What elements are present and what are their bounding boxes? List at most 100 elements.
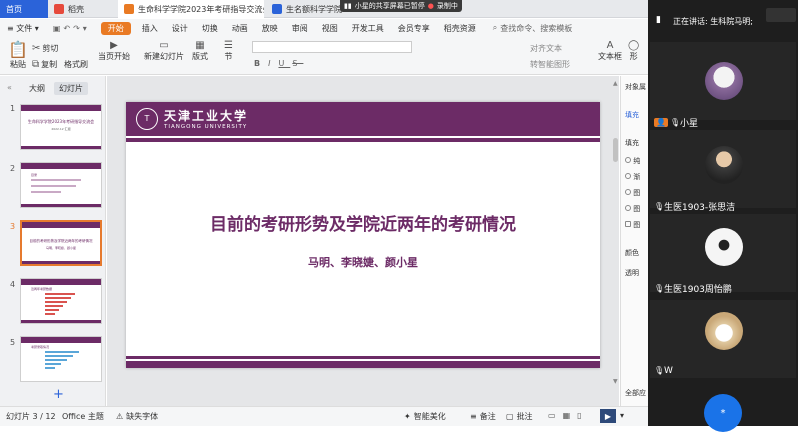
slide-thumb-3[interactable]: 目前的考研形势及学院近两年的考研情况 马明、李晓婕、颜小星 (20, 220, 102, 266)
thumb-line (31, 179, 81, 181)
thumb-number: 3 (10, 222, 16, 231)
fill-option-picture[interactable]: 图 (625, 188, 640, 198)
thumb-line (31, 185, 76, 187)
copy-button[interactable]: ⧉ 复制 (32, 59, 57, 70)
slide-authors[interactable]: 马明、李晓婕、颜小星 (126, 254, 600, 270)
thumb-header-band (21, 163, 101, 169)
participant-name-text: 小星 (679, 119, 698, 129)
grid-view-icon[interactable]: ▦ (563, 411, 575, 420)
menu-member[interactable]: 会员专享 (391, 19, 437, 37)
normal-view-icon[interactable]: ▭ (548, 411, 560, 420)
reading-view-icon[interactable]: ▯ (577, 411, 585, 420)
fill-option-solid[interactable]: 纯 (625, 156, 640, 166)
participant-tile[interactable]: 🎙 生医1903-张思洁 (650, 130, 796, 213)
notes-label: 备注 (479, 412, 496, 421)
font-style-group[interactable]: BIUS (254, 59, 303, 68)
participant-tile[interactable]: 🎙 W (650, 300, 796, 378)
menu-file[interactable]: ≡ 文件 ▾ (0, 19, 46, 37)
thumb-bar (45, 313, 55, 315)
tab-outline[interactable]: 大纲 (24, 82, 50, 95)
menu-developer[interactable]: 开发工具 (345, 19, 391, 37)
add-slide-button[interactable]: + (48, 386, 69, 403)
notes-button[interactable]: ≡ 备注 (470, 411, 496, 422)
menu-design[interactable]: 设计 (165, 19, 195, 37)
font-selector[interactable] (252, 41, 412, 53)
share-status-banner[interactable]: ▮▮ 小星的共享屏幕已暂停 ● 录制中 (340, 0, 462, 12)
scrollbar-thumb[interactable] (613, 138, 618, 162)
fill-option-hide[interactable]: 图 (625, 220, 640, 230)
command-search[interactable]: ⌕ 查找命令、搜索模板 (493, 23, 572, 34)
thumb-title: 目前的考研形势及学院近两年的考研情况 (29, 239, 93, 243)
mic-icon: 🎙 (654, 283, 665, 293)
new-slide-button[interactable]: ▭ 新建幻灯片 (144, 40, 184, 62)
participant-name-text: 生医1903周怡鹏 (664, 285, 732, 295)
cut-button[interactable]: ✂ 剪切 (32, 43, 58, 54)
tab-docer[interactable]: 稻壳 (48, 0, 112, 18)
tab-document-label: 生名额科学学院 (286, 4, 342, 14)
section-button[interactable]: ☰ 节 (224, 40, 233, 62)
radio-icon (625, 157, 631, 163)
scroll-down-icon[interactable]: ▼ (613, 378, 618, 385)
menu-transition[interactable]: 切换 (195, 19, 225, 37)
comment-icon: ▢ (506, 412, 514, 421)
collapse-panel-icon[interactable]: « (2, 82, 17, 93)
ppt-file-icon (124, 4, 134, 14)
zoom-dropdown-icon[interactable]: ▾ (620, 411, 624, 420)
participant-tile[interactable]: 👤 🎙 小星 (650, 42, 796, 129)
comment-button[interactable]: ▢ 批注 (506, 411, 533, 422)
thumb-bar (45, 301, 67, 303)
floating-action-button[interactable]: * (704, 394, 742, 432)
fill-option-label: 图 (633, 221, 641, 229)
tab-fill[interactable]: 填充 (625, 110, 639, 120)
view-mode-group[interactable]: ▭ ▦ ▯ (548, 411, 586, 420)
scroll-up-icon[interactable]: ▲ (613, 80, 618, 87)
thumb-bar (45, 359, 67, 361)
play-from-current-button[interactable]: ▶ 当页开始 (98, 40, 130, 62)
slide-title[interactable]: 目前的考研形势及学院近两年的考研情况 (126, 210, 600, 235)
panel-controls[interactable] (766, 8, 796, 22)
slideshow-play-icon[interactable]: ▶ (600, 409, 616, 423)
fill-option-pattern[interactable]: 图 (625, 204, 640, 214)
paste-button[interactable]: 📋 粘贴 (8, 40, 28, 70)
apply-all-button[interactable]: 全部应 (625, 388, 646, 398)
thumb-footer-band (21, 204, 101, 207)
docer-icon (54, 4, 64, 14)
fill-option-gradient[interactable]: 渐 (625, 172, 640, 182)
vertical-scrollbar[interactable]: ▲ ▼ (612, 78, 619, 404)
tab-home[interactable]: 首页 (0, 0, 48, 18)
slide-thumb-1[interactable]: 生命科学学院2023年考研指导交流会 2022.12 汇报 (20, 104, 102, 150)
to-smartart-button[interactable]: 转智能图形 (530, 59, 570, 70)
menu-view[interactable]: 视图 (315, 19, 345, 37)
redo-icon: ↷ (73, 23, 83, 33)
tab-slides[interactable]: 幻灯片 (54, 82, 88, 95)
quick-access-toolbar[interactable]: ▣ ↶ ↷ ▾ (46, 19, 97, 37)
menu-row: ≡ 文件 ▾ ▣ ↶ ↷ ▾ 开始 插入 设计 切换 动画 放映 审阅 视图 开发工具… (0, 19, 648, 37)
participant-tile[interactable]: 🎙 生医1903周怡鹏 (650, 214, 796, 295)
tab-active-presentation[interactable]: 生命科学学院2023年考研指导交流会 (118, 0, 264, 18)
thumb-header-band (21, 337, 101, 343)
menu-docer-resources[interactable]: 稻壳资源 (437, 19, 483, 37)
format-painter-button[interactable]: 格式刷 (64, 59, 88, 70)
slide-3[interactable]: T 天津工业大学 TIANGONG UNIVERSITY 目前的考研形势及学院近… (126, 102, 600, 368)
menu-review[interactable]: 审阅 (285, 19, 315, 37)
slide-thumb-2[interactable]: 目录 (20, 162, 102, 208)
missing-font-button[interactable]: ⚠ 缺失字体 (116, 411, 158, 422)
smart-beautify-button[interactable]: ✦ 智能美化 (404, 411, 446, 422)
menu-start[interactable]: 开始 (100, 21, 131, 35)
textbox-button[interactable]: A 文本框 (598, 40, 622, 62)
shape-button[interactable]: ◯ 形 (628, 40, 639, 62)
menu-insert[interactable]: 插入 (135, 19, 165, 37)
warning-icon: ⚠ (116, 412, 124, 421)
align-text-button[interactable]: 对齐文本 (530, 43, 562, 54)
thumb-subtitle: 马明、李晓婕、颜小星 (45, 246, 76, 250)
slide-thumb-5[interactable]: 考研录取情况 (20, 336, 102, 382)
menu-animation[interactable]: 动画 (225, 19, 255, 37)
command-search-text: 查找命令、搜索模板 (500, 23, 573, 33)
slide-thumb-4[interactable]: 近两年考研数据 (20, 278, 102, 324)
layout-button[interactable]: ▦ 版式 (192, 40, 208, 62)
tab-document[interactable]: 生名额科学学院 (266, 0, 342, 18)
slide-position: 幻灯片 3 / 12 (6, 412, 56, 421)
slide-header-band: T 天津工业大学 TIANGONG UNIVERSITY (126, 102, 600, 136)
cut-label: 剪切 (42, 44, 59, 53)
menu-slideshow[interactable]: 放映 (255, 19, 285, 37)
